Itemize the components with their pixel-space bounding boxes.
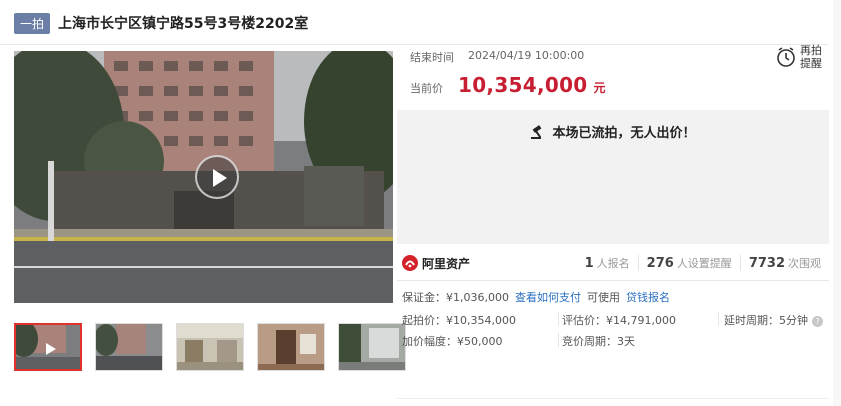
how-to-pay-link[interactable]: 查看如何支付 [515,289,581,305]
stat-reminders: 276 人设置提醒 [637,255,740,271]
thumbnail-1[interactable] [14,323,82,371]
deposit-row: 保证金：¥1,036,000 查看如何支付 可使用 贷钱报名 [402,289,670,305]
remind-button[interactable]: 再拍提醒 [776,39,828,75]
header-divider [0,44,828,45]
result-message: 本场已流拍，无人出价！ [552,126,696,141]
appraisal-price: 评估价：¥14,791,000 [562,314,676,327]
lot-title: 上海市长宁区镇宁路55号3号楼2202室 [58,16,309,32]
can-use-text: 可使用 [586,291,620,304]
end-time-value: 2024/04/19 10:00:00 [468,49,585,62]
delay-period: 延时周期：5分钟? [724,312,823,328]
stat-group: 1 人报名 276 人设置提醒 7732 次围观 [577,255,829,271]
stat-views: 7732 次围观 [739,255,829,271]
price-unit: 元 [593,81,606,95]
help-icon[interactable]: ? [812,315,823,327]
lot-header: 一拍 上海市长宁区镇宁路55号3号楼2202室 [14,12,308,34]
round-badge: 一拍 [14,12,51,34]
deposit-amount: 保证金：¥1,036,000 [402,291,509,304]
info-divider [397,280,829,281]
thumbnail-2[interactable] [95,323,163,371]
stat-registrations: 1 人报名 [584,256,630,271]
gavel-icon [531,124,542,139]
alarm-clock-icon [777,47,795,67]
auction-result-panel: 本场已流拍，无人出价！ [397,110,829,244]
play-icon[interactable] [195,155,239,199]
bottom-divider [397,398,829,399]
end-time-row: 结束时间 2024/04/19 10:00:00 [410,49,584,65]
thumbnail-4[interactable] [257,323,325,371]
right-edge [833,0,841,406]
current-price-value: 10,354,000 [458,73,588,97]
result-message-row: 本场已流拍，无人出价！ [397,122,829,141]
bid-increment: 加价幅度：¥50,000 [402,335,503,348]
current-price-label: 当前价 [410,82,443,95]
thumbnail-5[interactable] [338,323,406,371]
stats-row: 阿里资产 1 人报名 276 人设置提醒 7732 次围观 [397,251,829,275]
remind-label: 再拍提醒 [800,44,822,70]
thumbnail-3[interactable] [176,323,244,371]
loan-register-link[interactable]: 贷钱报名 [626,289,670,305]
start-price: 起拍价：¥10,354,000 [402,314,516,327]
ali-assets-icon [402,255,418,271]
platform-logo: 阿里资产 [402,255,470,272]
bidding-cycle: 竞价周期：3天 [562,335,635,348]
thumbnail-strip [14,323,406,371]
main-video-preview[interactable] [14,51,393,303]
end-time-label: 结束时间 [410,51,454,64]
platform-name: 阿里资产 [422,256,471,271]
current-price-row: 当前价 10,354,000 元 [410,73,606,97]
